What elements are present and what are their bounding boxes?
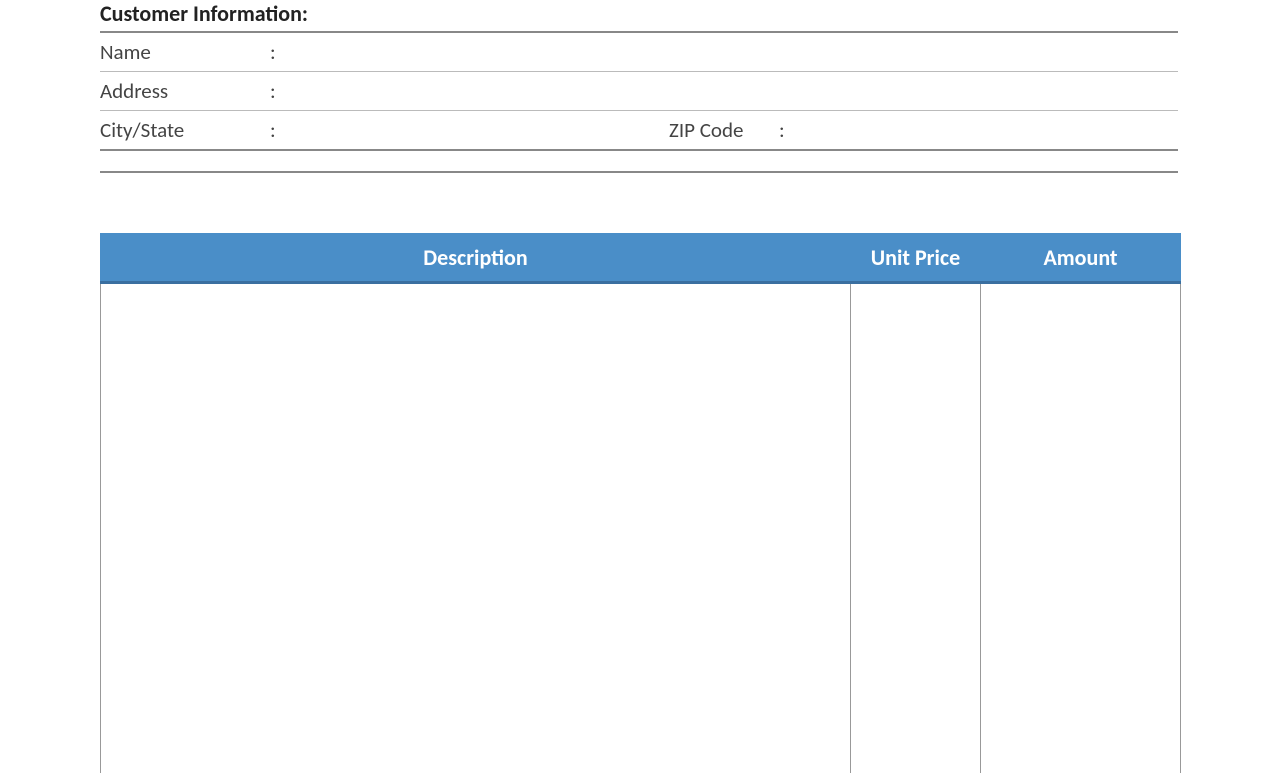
customer-info-block: Name : Address : City/State : ZIP Code :	[100, 31, 1178, 151]
invoice-page: Customer Information: Name : Address : C…	[0, 0, 1278, 773]
name-label: Name	[100, 39, 270, 65]
city-state-label: City/State	[100, 117, 270, 143]
line-items-table: Description Unit Price Amount	[100, 233, 1181, 773]
header-unit-price: Unit Price	[851, 234, 981, 283]
colon: :	[779, 117, 799, 143]
table-row	[101, 283, 1181, 773]
header-amount: Amount	[981, 234, 1181, 283]
customer-info-title: Customer Information:	[100, 0, 1178, 31]
address-label: Address	[100, 78, 270, 104]
header-description: Description	[101, 234, 851, 283]
section-divider	[100, 171, 1178, 173]
cell-description[interactable]	[101, 283, 851, 773]
colon: :	[270, 117, 290, 143]
customer-info-section: Customer Information: Name : Address : C…	[100, 0, 1178, 151]
cell-amount[interactable]	[981, 283, 1181, 773]
table-header-row: Description Unit Price Amount	[101, 234, 1181, 283]
city-state-row: City/State : ZIP Code :	[100, 110, 1178, 149]
cell-unit-price[interactable]	[851, 283, 981, 773]
address-row: Address :	[100, 71, 1178, 110]
name-row: Name :	[100, 33, 1178, 71]
colon: :	[270, 39, 290, 65]
colon: :	[270, 78, 290, 104]
zip-label: ZIP Code	[669, 117, 779, 143]
